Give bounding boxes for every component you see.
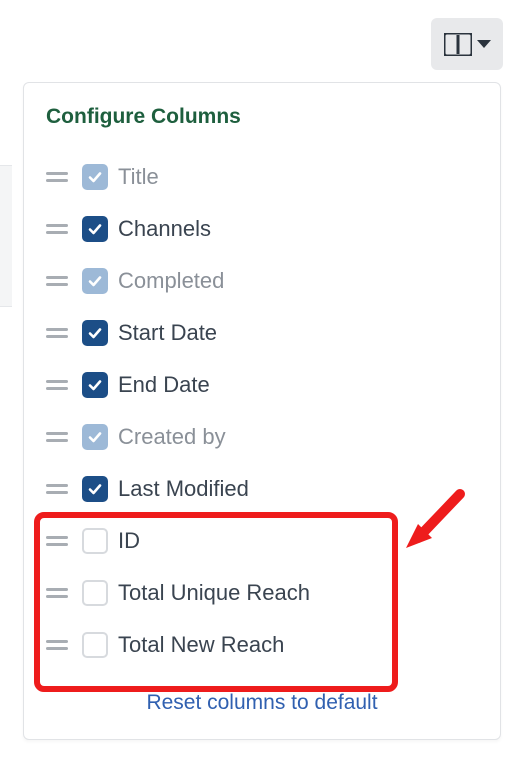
column-checkbox[interactable] (82, 580, 108, 606)
column-checkbox[interactable] (82, 424, 108, 450)
column-row: Channels (46, 203, 478, 255)
column-label: Completed (118, 268, 224, 294)
drag-handle-icon[interactable] (46, 432, 68, 442)
drag-handle-icon[interactable] (46, 640, 68, 650)
column-label: Created by (118, 424, 226, 450)
column-label: Start Date (118, 320, 217, 346)
column-label: Total New Reach (118, 632, 284, 658)
column-row: Title (46, 151, 478, 203)
check-icon (87, 325, 103, 341)
drag-handle-icon[interactable] (46, 328, 68, 338)
check-icon (87, 377, 103, 393)
drag-handle-icon[interactable] (46, 484, 68, 494)
column-checkbox[interactable] (82, 476, 108, 502)
column-checkbox[interactable] (82, 372, 108, 398)
column-row: Total New Reach (46, 619, 478, 671)
column-checkbox[interactable] (82, 320, 108, 346)
configure-columns-button[interactable] (431, 18, 503, 70)
reset-columns-link[interactable]: Reset columns to default (46, 671, 478, 721)
columns-icon (444, 33, 472, 56)
column-label: Total Unique Reach (118, 580, 310, 606)
column-checkbox[interactable] (82, 528, 108, 554)
column-row: Start Date (46, 307, 478, 359)
check-icon (87, 169, 103, 185)
configure-columns-panel: Configure Columns Title Channels Completed… (23, 82, 501, 740)
column-label: Channels (118, 216, 211, 242)
drag-handle-icon[interactable] (46, 536, 68, 546)
check-icon (87, 429, 103, 445)
column-label: ID (118, 528, 140, 554)
chevron-down-icon (477, 40, 491, 48)
column-label: Last Modified (118, 476, 249, 502)
column-row: Completed (46, 255, 478, 307)
drag-handle-icon[interactable] (46, 276, 68, 286)
column-row: Total Unique Reach (46, 567, 478, 619)
column-label: Title (118, 164, 159, 190)
check-icon (87, 273, 103, 289)
drag-handle-icon[interactable] (46, 380, 68, 390)
background-sliver (0, 165, 12, 307)
check-icon (87, 481, 103, 497)
column-list: Title Channels Completed Start Date End Date… (46, 151, 478, 671)
drag-handle-icon[interactable] (46, 172, 68, 182)
column-checkbox[interactable] (82, 164, 108, 190)
panel-title: Configure Columns (46, 105, 478, 129)
column-label: End Date (118, 372, 210, 398)
column-row: Last Modified (46, 463, 478, 515)
column-row: Created by (46, 411, 478, 463)
drag-handle-icon[interactable] (46, 588, 68, 598)
check-icon (87, 221, 103, 237)
column-checkbox[interactable] (82, 268, 108, 294)
drag-handle-icon[interactable] (46, 224, 68, 234)
column-row: End Date (46, 359, 478, 411)
column-row: ID (46, 515, 478, 567)
column-checkbox[interactable] (82, 632, 108, 658)
column-checkbox[interactable] (82, 216, 108, 242)
